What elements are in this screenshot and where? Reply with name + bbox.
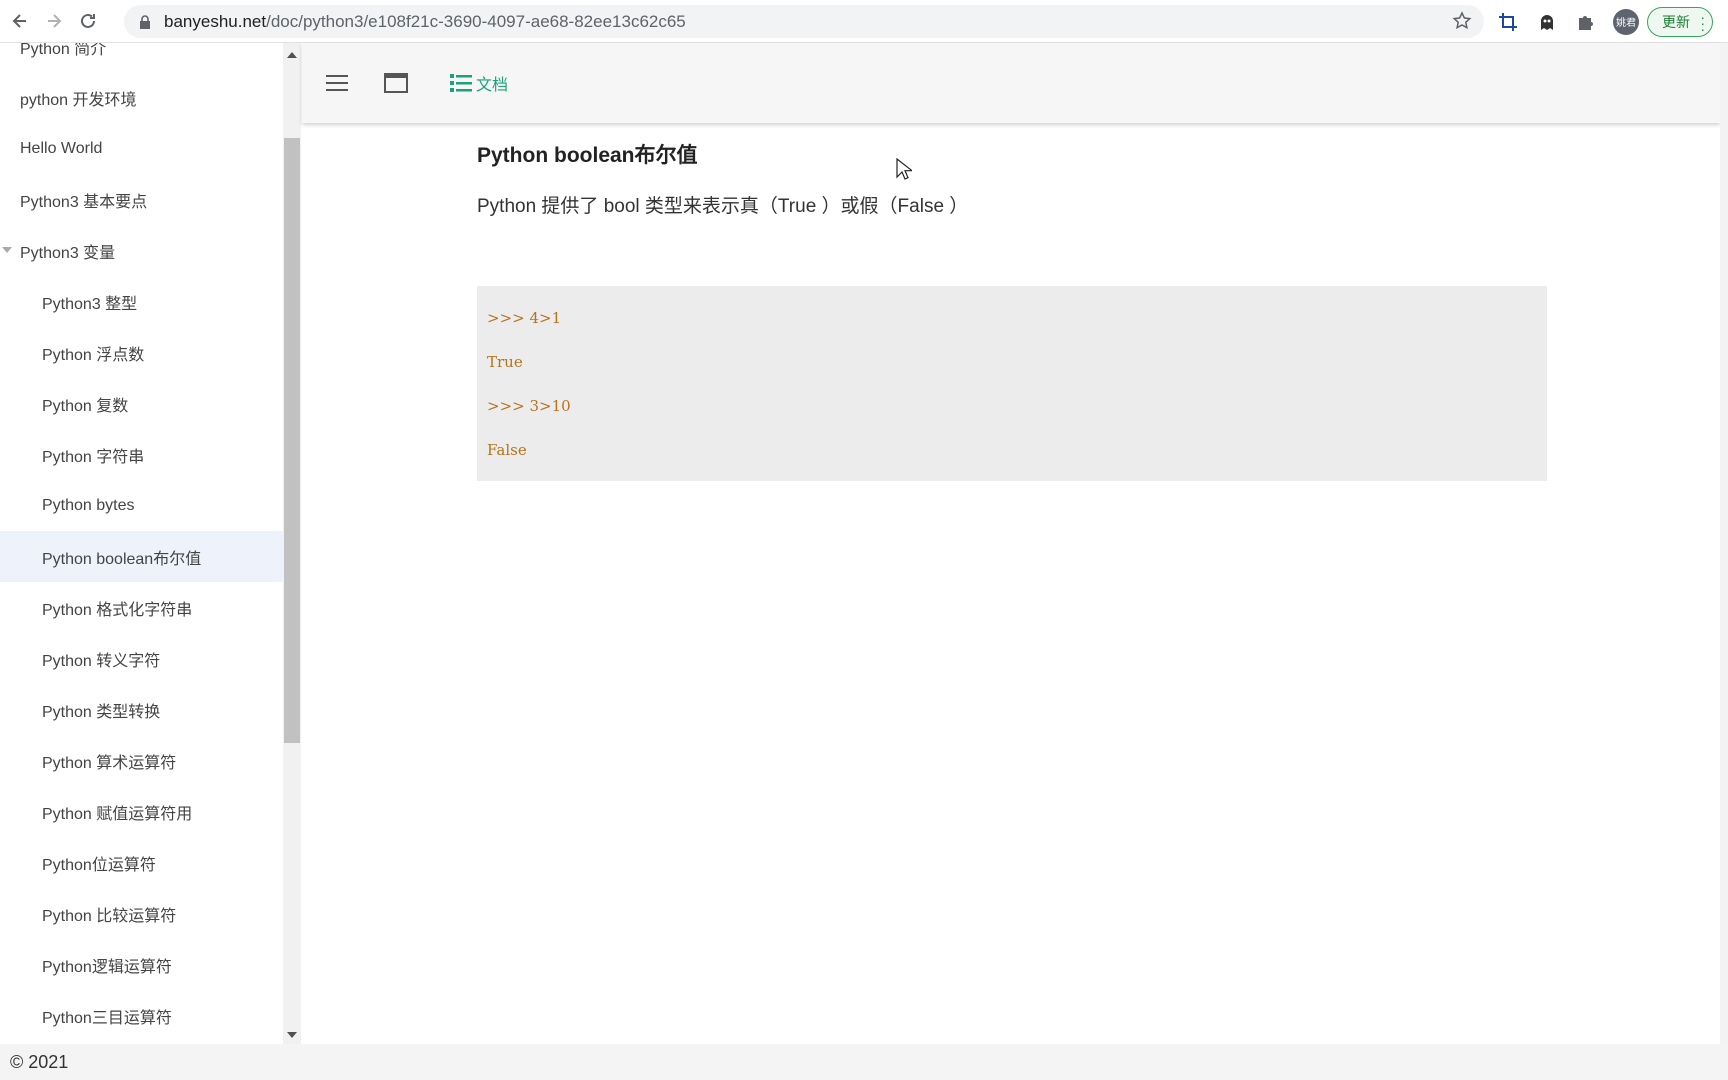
window-icon[interactable] — [383, 70, 409, 96]
update-button[interactable]: 更新 · · · — [1647, 6, 1713, 37]
ghost-extension-button[interactable] — [1535, 10, 1559, 34]
url-host: banyeshu.net — [164, 11, 267, 31]
right-gutter — [1720, 43, 1728, 1044]
browser-toolbar: banyeshu.net/doc/python3/e108f21c-3690-4… — [0, 0, 1728, 43]
arrow-left-icon — [12, 14, 26, 28]
doc-toolbar: 文档 — [302, 43, 1720, 123]
reload-icon — [81, 13, 95, 28]
code-line: >>> 3>10 — [487, 397, 571, 415]
sidebar-item[interactable]: Python 转义字符 — [0, 633, 283, 684]
sidebar-item-label: Python 格式化字符串 — [42, 601, 193, 619]
lock-icon — [140, 14, 150, 29]
sidebar-item-label: Python 简介 — [20, 43, 107, 58]
extensions-button[interactable] — [1574, 10, 1598, 34]
sidebar-item-label: Python 赋值运算符用 — [42, 805, 193, 823]
crop-extension-button[interactable] — [1496, 10, 1520, 34]
sidebar-item-active[interactable]: Python boolean布尔值 — [0, 531, 283, 582]
sidebar-item[interactable]: Python bytes — [0, 480, 283, 531]
sidebar-item[interactable]: Python 字符串 — [0, 429, 283, 480]
sidebar-item-label: Python bytes — [42, 496, 135, 514]
list-icon — [450, 74, 472, 92]
sidebar-item[interactable]: Python逻辑运算符 — [0, 939, 283, 990]
sidebar-item-label: Python boolean布尔值 — [42, 550, 202, 568]
sidebar-item-label: Python3 整型 — [42, 295, 138, 313]
menu-icon[interactable] — [324, 70, 350, 96]
url-path: /doc/python3/e108f21c-3690-4097-ae68-82e… — [266, 11, 686, 31]
sidebar-item-label: Python3 变量 — [20, 244, 116, 262]
sidebar-item[interactable]: Python 浮点数 — [0, 327, 283, 378]
sidebar-item-label: Python三目运算符 — [42, 1009, 172, 1027]
docs-tab[interactable]: 文档 — [450, 71, 508, 95]
sidebar-item[interactable]: Python 赋值运算符用 — [0, 786, 283, 837]
code-block: >>> 4>1 True >>> 3>10 False — [477, 286, 1547, 481]
sidebar-item-label: Python 算术运算符 — [42, 754, 177, 772]
sidebar-item-label: Python 浮点数 — [42, 346, 145, 364]
docs-tab-label: 文档 — [476, 77, 509, 94]
mouse-cursor-icon — [896, 158, 912, 180]
update-label: 更新 — [1662, 13, 1690, 30]
code-line: >>> 4>1 — [487, 309, 562, 327]
reload-button[interactable] — [74, 7, 102, 35]
page-footer: © 2021 — [0, 1044, 1728, 1080]
doc-sidebar: Python 简介 python 开发环境 Hello World Python… — [0, 43, 283, 1044]
sidebar-item-label: Python位运算符 — [42, 856, 156, 874]
sidebar-item[interactable]: Python 比较运算符 — [0, 888, 283, 939]
sidebar-item[interactable]: Python3 整型 — [0, 276, 283, 327]
sidebar-item[interactable]: Python位运算符 — [0, 837, 283, 888]
sidebar-item[interactable]: Python3 基本要点 — [0, 174, 283, 225]
caret-down-icon[interactable] — [2, 247, 12, 253]
sidebar-item[interactable]: Python 简介 — [0, 43, 283, 72]
copyright-text: © 2021 — [10, 1051, 69, 1072]
sidebar-item-label: Hello World — [20, 139, 103, 157]
sidebar-item-label: python 开发环境 — [20, 91, 137, 109]
sidebar-item[interactable]: python 开发环境 — [0, 72, 283, 123]
page-title: Python boolean布尔值 — [477, 144, 698, 167]
bookmark-star-icon[interactable] — [1452, 11, 1472, 31]
url-text: banyeshu.net/doc/python3/e108f21c-3690-4… — [164, 12, 686, 32]
sidebar-item[interactable]: Python 算术运算符 — [0, 735, 283, 786]
crop-icon — [1499, 12, 1517, 31]
back-button[interactable] — [6, 7, 34, 35]
scroll-down-icon[interactable] — [287, 1032, 297, 1038]
avatar-text: 姚君 — [1616, 18, 1636, 29]
sidebar-item-label: Python逻辑运算符 — [42, 958, 172, 976]
more-menu-icon[interactable]: · · · — [1700, 10, 1705, 36]
scroll-up-icon[interactable] — [287, 52, 297, 58]
sidebar-item-label: Python 类型转换 — [42, 703, 161, 721]
sidebar-item[interactable]: Python三目运算符 — [0, 990, 283, 1041]
sidebar-item-label: Python3 基本要点 — [20, 193, 148, 211]
code-line: False — [487, 441, 527, 459]
doc-content: Python boolean布尔值 Python 提供了 bool 类型来表示真… — [477, 135, 1549, 481]
sidebar-item-label: Python 比较运算符 — [42, 907, 177, 925]
sidebar-item-label: Python 复数 — [42, 397, 129, 415]
forward-button[interactable] — [40, 7, 68, 35]
extensions-area: 姚君 更新 · · · — [1496, 5, 1713, 38]
arrow-right-icon — [48, 14, 62, 28]
sidebar-item[interactable]: Python 格式化字符串 — [0, 582, 283, 633]
sidebar-item-label: Python 转义字符 — [42, 652, 161, 670]
profile-avatar[interactable]: 姚君 — [1613, 8, 1639, 35]
ghost-icon — [1541, 14, 1553, 30]
sidebar-item[interactable]: Python 复数 — [0, 378, 283, 429]
sidebar-item[interactable]: Python 类型转换 — [0, 684, 283, 735]
code-line: True — [487, 353, 523, 371]
address-bar[interactable]: banyeshu.net/doc/python3/e108f21c-3690-4… — [124, 5, 1484, 38]
sidebar-item-label: Python 字符串 — [42, 448, 145, 466]
sidebar-group-variables[interactable]: Python3 变量 — [0, 225, 283, 276]
sidebar-item[interactable]: Hello World — [0, 123, 283, 174]
sidebar-scrollbar-thumb[interactable] — [284, 138, 300, 743]
puzzle-icon — [1579, 15, 1593, 30]
doc-paragraph: Python 提供了 bool 类型来表示真（True ）或假（False ） — [477, 196, 969, 217]
